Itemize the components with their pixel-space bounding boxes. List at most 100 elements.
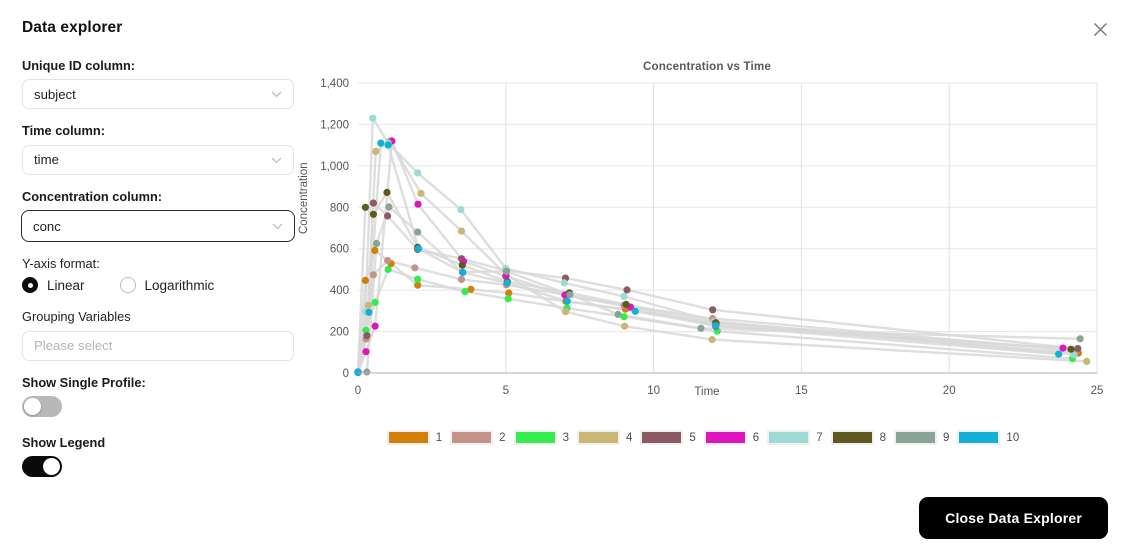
radio-logarithmic[interactable] [119, 277, 136, 294]
data-point[interactable] [504, 295, 512, 303]
data-point[interactable] [414, 169, 422, 177]
legend-item[interactable]: 2 [450, 430, 506, 445]
conc-column-select[interactable]: conc [21, 210, 295, 243]
data-point[interactable] [377, 139, 385, 147]
data-point[interactable] [563, 297, 571, 305]
data-point[interactable] [369, 114, 377, 122]
unique-id-select[interactable]: subject [22, 79, 294, 110]
data-point[interactable] [697, 324, 705, 332]
legend-swatch [576, 430, 620, 445]
radio-linear[interactable] [22, 277, 38, 294]
radio-logarithmic-label[interactable]: Logarithmic [145, 278, 215, 293]
data-point[interactable] [363, 368, 371, 376]
data-point[interactable] [458, 261, 466, 269]
data-point[interactable] [1076, 335, 1084, 343]
data-point[interactable] [383, 188, 391, 196]
legend-item[interactable]: 8 [830, 430, 886, 445]
data-point[interactable] [566, 291, 574, 299]
data-point[interactable] [1059, 344, 1067, 352]
data-point[interactable] [371, 322, 379, 330]
data-point[interactable] [384, 256, 392, 265]
controls-panel: Unique ID column: subject Time column: t… [21, 58, 295, 495]
data-point[interactable] [369, 271, 377, 279]
data-point[interactable] [457, 275, 466, 283]
data-point[interactable] [620, 292, 628, 300]
data-point[interactable] [361, 276, 369, 284]
data-point[interactable] [415, 245, 423, 253]
data-point[interactable] [560, 279, 568, 287]
data-point[interactable] [371, 298, 379, 306]
data-point[interactable] [385, 203, 393, 211]
legend-item[interactable]: 9 [894, 430, 949, 445]
close-data-explorer-button[interactable]: Close Data Explorer [919, 497, 1108, 539]
data-point[interactable] [457, 227, 466, 235]
y-axis-format-radio-group: Linear Logarithmic [22, 277, 294, 294]
legend-label: 7 [816, 431, 823, 444]
data-point[interactable] [384, 265, 392, 273]
data-point[interactable] [414, 228, 422, 236]
legend-swatch [894, 430, 938, 445]
legend-item[interactable]: 7 [767, 430, 823, 445]
show-legend-label: Show Legend [22, 435, 106, 451]
data-point[interactable] [623, 286, 631, 294]
data-point[interactable] [384, 212, 392, 220]
data-point[interactable] [709, 306, 717, 314]
data-point[interactable] [414, 275, 422, 283]
data-point[interactable] [459, 268, 467, 277]
data-point[interactable] [1083, 357, 1091, 365]
data-point[interactable] [364, 301, 372, 309]
data-point[interactable] [461, 288, 469, 296]
data-point[interactable] [614, 310, 622, 318]
data-point[interactable] [369, 199, 377, 207]
data-point[interactable] [1074, 345, 1082, 353]
y-tick-label: 1,000 [320, 161, 349, 173]
y-axis-format-label: Y-axis format: [22, 256, 100, 272]
conc-column-value: conc [33, 218, 61, 234]
data-point[interactable] [369, 210, 377, 218]
legend-item[interactable]: 5 [640, 430, 696, 445]
data-point[interactable] [417, 189, 425, 197]
data-point[interactable] [363, 332, 371, 340]
show-legend-toggle[interactable] [22, 456, 62, 478]
data-point[interactable] [561, 308, 570, 316]
data-point[interactable] [365, 308, 373, 316]
data-point[interactable] [361, 203, 369, 211]
data-point[interactable] [708, 336, 716, 344]
data-point[interactable] [457, 206, 465, 214]
data-point[interactable] [503, 279, 511, 287]
data-point[interactable] [622, 300, 630, 308]
time-column-select[interactable]: time [22, 144, 294, 175]
data-point[interactable] [362, 348, 370, 356]
data-point[interactable] [502, 267, 510, 275]
data-point[interactable] [384, 141, 392, 149]
unique-id-value: subject [34, 86, 76, 102]
data-point[interactable] [354, 368, 362, 376]
concentration-vs-time-plot[interactable]: 02004006008001,0001,2001,4000 5 10 15 20 25 [296, 56, 1118, 396]
y-tick-label: 1,400 [320, 78, 349, 90]
data-point[interactable] [631, 307, 639, 315]
legend-item[interactable]: 6 [703, 430, 759, 445]
page-title: Data explorer [22, 19, 123, 36]
data-point[interactable] [1055, 350, 1063, 358]
data-point[interactable] [621, 322, 629, 330]
data-point[interactable] [371, 246, 379, 254]
data-point[interactable] [414, 200, 422, 208]
data-point[interactable] [712, 322, 720, 330]
grouping-variables-placeholder: Please select [34, 338, 113, 354]
data-point[interactable] [1067, 345, 1075, 353]
toggle-knob [43, 458, 60, 476]
legend-item[interactable]: 3 [513, 430, 569, 445]
legend-item[interactable]: 1 [386, 430, 443, 445]
data-point[interactable] [372, 147, 380, 155]
close-icon[interactable] [1088, 17, 1112, 41]
legend-item[interactable]: 4 [576, 430, 632, 445]
grouping-variables-input[interactable]: Please select [22, 330, 294, 361]
data-point[interactable] [373, 239, 381, 248]
radio-linear-label[interactable]: Linear [47, 278, 85, 293]
legend-label: 5 [689, 431, 696, 444]
legend-item[interactable]: 10 [957, 430, 1019, 445]
show-single-profile-toggle[interactable] [22, 396, 62, 418]
data-point[interactable] [411, 264, 419, 272]
legend-label: 1 [435, 431, 443, 444]
legend-label: 10 [1006, 431, 1020, 444]
